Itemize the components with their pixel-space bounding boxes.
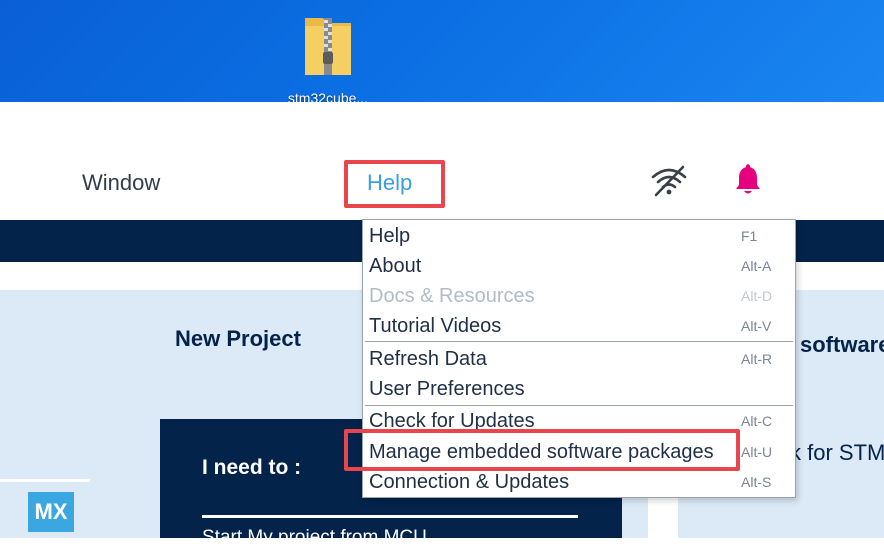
menu-separator [365, 341, 793, 342]
menu-item-label: User Preferences [369, 378, 525, 400]
menu-item-label: Tutorial Videos [369, 315, 502, 337]
mx-logo-icon: MX [28, 492, 74, 532]
menu-window[interactable]: Window [82, 170, 160, 196]
menu-item-shortcut: Alt-V [741, 318, 772, 334]
manage-packages-highlight [344, 429, 740, 471]
help-menu-highlight [344, 160, 445, 208]
software-panel-text: k for STM [790, 440, 884, 465]
notification-bell-icon[interactable] [733, 164, 763, 198]
need-to-title: I need to : [202, 456, 302, 479]
left-divider [0, 479, 90, 482]
desktop-zip-file[interactable]: stm32cube... [272, 10, 384, 106]
menu-item-shortcut: Alt-S [741, 474, 772, 490]
menu-item-label: Refresh Data [369, 348, 487, 370]
menu-item-shortcut: Alt-R [741, 351, 773, 367]
menu-item-shortcut: Alt-A [741, 258, 772, 274]
menu-item-docs-resources: Docs & Resources Alt-D [363, 281, 795, 311]
menu-item-shortcut: Alt-D [741, 288, 773, 304]
menu-item-help[interactable]: Help F1 [363, 221, 795, 251]
menu-item-shortcut: Alt-U [741, 444, 773, 460]
menu-item-label: About [369, 255, 422, 277]
menu-item-refresh-data[interactable]: Refresh Data Alt-R [363, 344, 795, 374]
app-menubar: Window Help [0, 102, 884, 220]
desktop-background: stm32cube... [0, 0, 884, 106]
menu-item-shortcut: Alt-C [741, 413, 773, 429]
software-panel-title: software [800, 332, 884, 357]
start-from-mcu-link[interactable]: Start My project from MCU [202, 527, 427, 549]
menu-item-connection-updates[interactable]: Connection & Updates Alt-S [363, 467, 795, 497]
menu-item-label: Connection & Updates [369, 471, 570, 493]
zip-folder-icon [305, 18, 351, 75]
need-to-divider [202, 515, 578, 518]
wifi-off-icon[interactable] [650, 164, 688, 198]
menu-item-label: Docs & Resources [369, 285, 535, 307]
menu-item-shortcut: F1 [741, 228, 758, 244]
menu-item-label: Help [369, 225, 411, 247]
menu-item-tutorial-videos[interactable]: Tutorial Videos Alt-V [363, 311, 795, 341]
new-project-title: New Project [175, 326, 301, 351]
menu-item-user-preferences[interactable]: User Preferences [363, 374, 795, 404]
menu-item-about[interactable]: About Alt-A [363, 251, 795, 281]
